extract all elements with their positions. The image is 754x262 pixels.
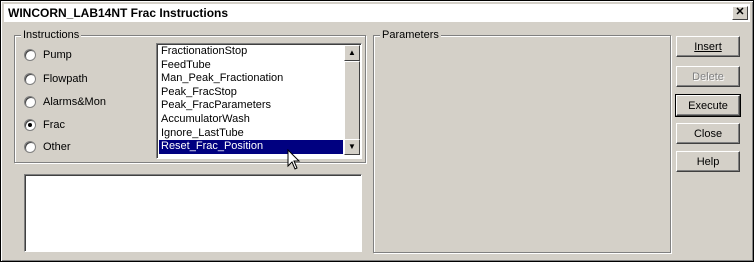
title-bar[interactable]: WINCORN_LAB14NT Frac Instructions ✕: [4, 4, 750, 22]
delete-label: Delete: [692, 71, 724, 83]
radio-alarms-mon[interactable]: Alarms&Mon: [24, 95, 106, 109]
radio-label: Alarms&Mon: [43, 96, 106, 108]
instruction-description-box[interactable]: [24, 174, 362, 252]
execute-button[interactable]: Execute: [675, 94, 741, 117]
mouse-pointer-icon: [287, 149, 301, 170]
close-icon: ✕: [735, 6, 745, 18]
list-scrollbar[interactable]: ▲ ▼: [344, 45, 360, 155]
window-title: WINCORN_LAB14NT Frac Instructions: [8, 6, 229, 20]
radio-label: Pump: [43, 49, 72, 61]
parameters-group: Parameters: [373, 28, 671, 253]
instruction-listbox[interactable]: FractionationStop FeedTube Man_Peak_Frac…: [156, 43, 362, 159]
scroll-down-button[interactable]: ▼: [344, 139, 360, 155]
insert-button[interactable]: Insert: [676, 36, 740, 57]
help-button[interactable]: Help: [676, 151, 740, 172]
radio-flowpath[interactable]: Flowpath: [24, 72, 88, 86]
delete-button[interactable]: Delete: [676, 66, 740, 87]
list-item[interactable]: FractionationStop: [159, 45, 343, 59]
instruction-list: FractionationStop FeedTube Man_Peak_Frac…: [159, 45, 343, 154]
execute-label: Execute: [688, 100, 728, 112]
list-item[interactable]: Man_Peak_Fractionation: [159, 72, 343, 86]
help-label: Help: [696, 156, 720, 168]
radio-label: Flowpath: [43, 73, 88, 85]
scroll-thumb[interactable]: [344, 61, 360, 141]
radio-button[interactable]: [24, 49, 36, 61]
radio-label: Other: [43, 141, 71, 153]
list-item-selected[interactable]: Reset_Frac_Position: [159, 140, 343, 154]
close-label: Close: [693, 128, 723, 140]
radio-other[interactable]: Other: [24, 140, 71, 154]
scroll-up-button[interactable]: ▲: [344, 45, 360, 61]
radio-pump[interactable]: Pump: [24, 48, 72, 62]
list-item[interactable]: FeedTube: [159, 59, 343, 73]
radio-frac[interactable]: Frac: [24, 118, 65, 132]
close-button[interactable]: Close: [676, 123, 740, 144]
list-item[interactable]: Peak_FracStop: [159, 86, 343, 100]
arrow-up-icon: ▲: [348, 48, 356, 57]
dialog-window: WINCORN_LAB14NT Frac Instructions ✕ Inst…: [0, 0, 754, 262]
radio-button[interactable]: [24, 119, 36, 131]
instructions-legend: Instructions: [21, 28, 82, 42]
radio-button[interactable]: [24, 73, 36, 85]
list-item[interactable]: Ignore_LastTube: [159, 127, 343, 141]
radio-button[interactable]: [24, 141, 36, 153]
arrow-down-icon: ▼: [348, 142, 356, 151]
close-window-button[interactable]: ✕: [732, 6, 748, 20]
radio-label: Frac: [43, 119, 65, 131]
radio-button[interactable]: [24, 96, 36, 108]
list-item[interactable]: Peak_FracParameters: [159, 99, 343, 113]
insert-label: Insert: [694, 41, 722, 53]
list-item[interactable]: AccumulatorWash: [159, 113, 343, 127]
parameters-legend: Parameters: [380, 28, 441, 42]
